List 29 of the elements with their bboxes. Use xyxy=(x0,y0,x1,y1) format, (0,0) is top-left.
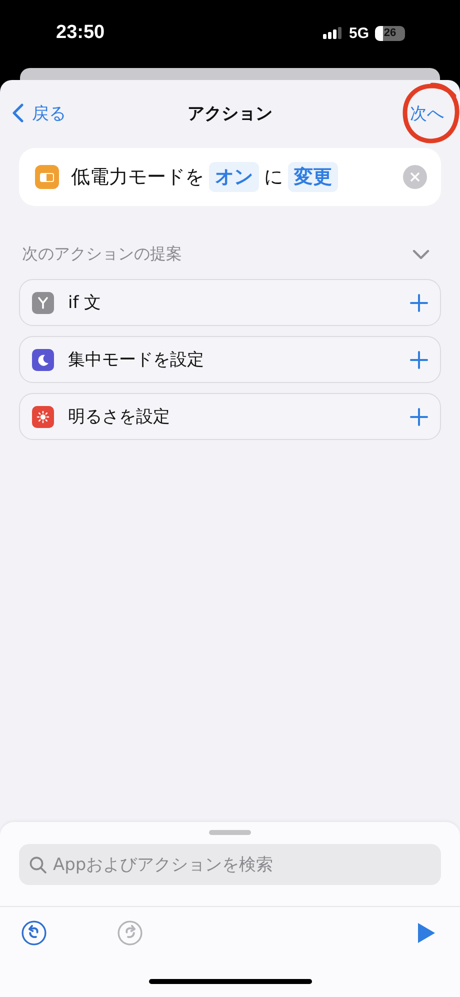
suggestion-label: 明るさを設定 xyxy=(68,406,171,428)
action-card[interactable]: 低電力モードを オン に 変更 xyxy=(19,148,441,206)
add-icon[interactable] xyxy=(410,294,428,312)
chevron-icon[interactable] xyxy=(412,248,430,260)
suggestion-label: 集中モードを設定 xyxy=(68,349,205,371)
status-time: 23:50 xyxy=(56,22,105,44)
suggestion-row[interactable]: if 文 xyxy=(19,279,441,326)
next-button[interactable]: 次へ xyxy=(410,102,448,124)
suggestion-row[interactable]: 集中モードを設定 xyxy=(19,336,441,383)
parameter-token[interactable]: 変更 xyxy=(288,162,338,192)
play-icon[interactable] xyxy=(416,922,436,944)
battery-level: 26 xyxy=(384,27,396,39)
search-field[interactable]: Appおよびアクションを検索 xyxy=(19,844,441,885)
undo-icon[interactable] xyxy=(21,920,47,946)
parameter-token[interactable]: オン xyxy=(209,162,259,192)
back-button[interactable]: 戻る xyxy=(12,102,102,124)
add-icon[interactable] xyxy=(410,408,428,426)
signal-icon xyxy=(322,27,343,39)
network-label: 5G xyxy=(348,24,369,42)
section-title: 次のアクションの提案 xyxy=(22,244,182,264)
search-icon xyxy=(29,856,47,874)
drag-handle[interactable] xyxy=(209,830,251,835)
suggestion-row[interactable]: 明るさを設定 xyxy=(19,393,441,440)
action-text: 低電力モードを xyxy=(71,165,204,190)
screen-title: アクション xyxy=(188,102,272,124)
suggestion-label: if 文 xyxy=(68,292,102,314)
action-text: に xyxy=(264,165,283,190)
back-chevron-icon[interactable] xyxy=(12,103,24,123)
add-icon[interactable] xyxy=(410,350,428,368)
